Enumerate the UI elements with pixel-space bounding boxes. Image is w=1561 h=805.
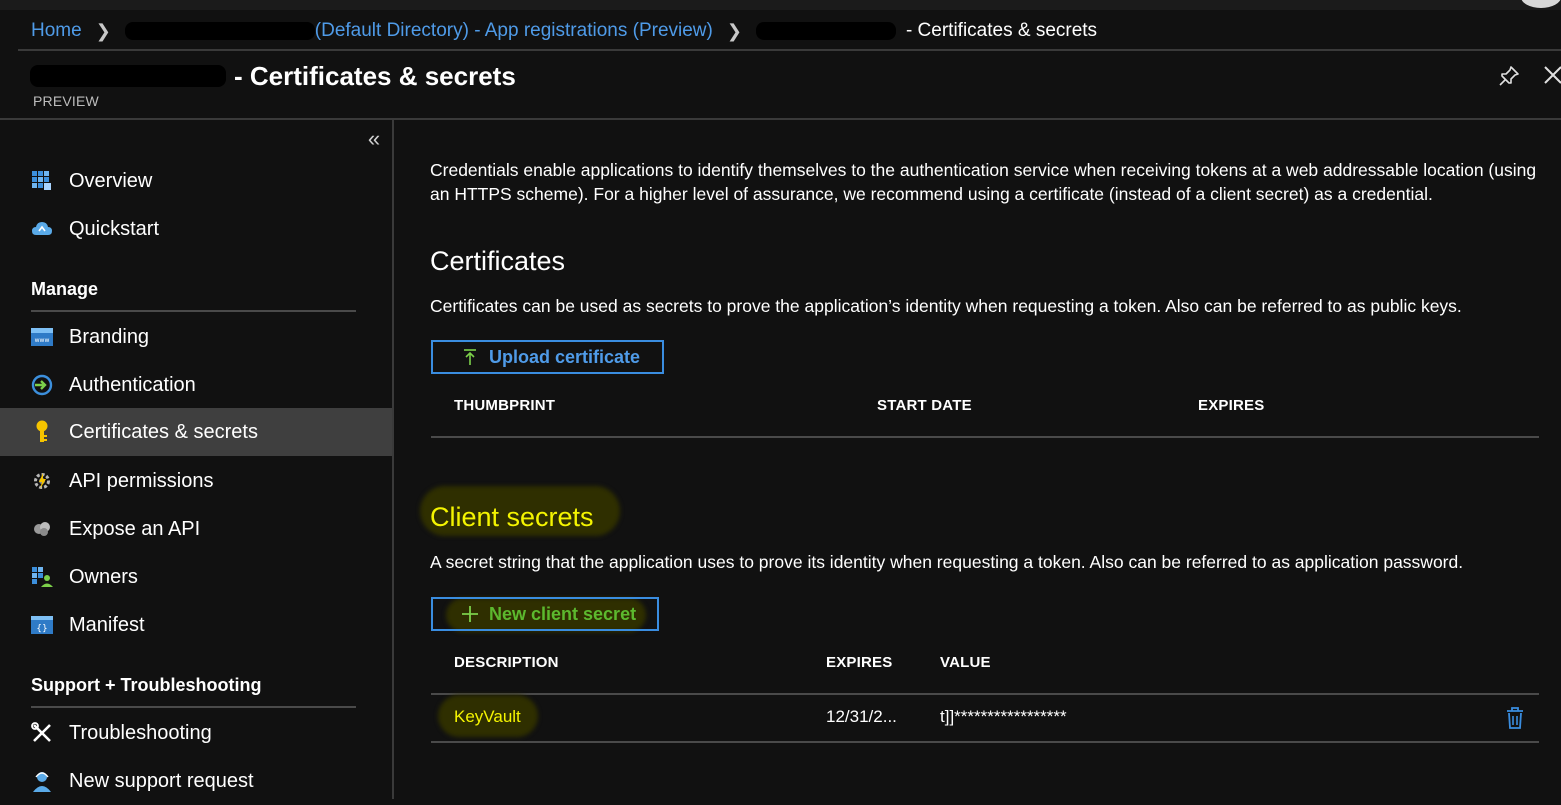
sidebar-item-manifest[interactable]: {} Manifest: [0, 601, 392, 649]
divider: [18, 49, 1561, 51]
table-divider: [431, 693, 1539, 695]
support-person-icon: [31, 770, 53, 792]
divider: [31, 310, 356, 312]
sidebar-item-branding[interactable]: www Branding: [0, 313, 392, 361]
column-header-thumbprint[interactable]: THUMBPRINT: [454, 397, 555, 414]
sidebar-item-label: New support request: [69, 769, 254, 792]
sidebar-section-support: Support + Troubleshooting: [31, 675, 262, 695]
cloud-quickstart-icon: [31, 218, 53, 240]
breadcrumb-current: - Certificates & secrets: [905, 20, 1098, 41]
sidebar-item-label: Expose an API: [69, 517, 201, 540]
table-divider: [431, 436, 1539, 438]
key-icon: [31, 420, 53, 443]
sidebar-item-label: API permissions: [69, 469, 214, 492]
api-permissions-gear-icon: [31, 470, 53, 492]
credentials-intro-text: Credentials enable applications to ident…: [430, 160, 1537, 204]
sidebar-item-troubleshooting[interactable]: Troubleshooting: [0, 709, 392, 757]
new-client-secret-label: New client secret: [489, 603, 637, 624]
secret-value-cell: t]]*****************: [940, 707, 1067, 726]
page-title: - Certificates & secrets: [30, 58, 516, 94]
redacted-text: [30, 65, 226, 87]
collapse-sidebar-icon[interactable]: «: [362, 126, 386, 152]
trash-icon[interactable]: [1505, 707, 1525, 729]
upload-icon: [464, 349, 476, 365]
breadcrumb-app-registrations-link[interactable]: (Default Directory) - App registrations …: [315, 20, 713, 42]
svg-text:{}: {}: [36, 624, 47, 634]
sidebar-item-label: Troubleshooting: [69, 721, 212, 744]
wrench-icon: [31, 722, 53, 744]
preview-label: PREVIEW: [33, 93, 99, 109]
upload-certificate-button[interactable]: Upload certificate: [431, 340, 664, 374]
breadcrumb: Home ❯ (Default Directory) - App registr…: [31, 18, 1097, 44]
sidebar-item-api-permissions[interactable]: API permissions: [0, 457, 392, 505]
column-header-value[interactable]: VALUE: [940, 654, 991, 671]
breadcrumb-home-link[interactable]: Home: [31, 20, 82, 42]
account-avatar[interactable]: [1521, 0, 1561, 8]
column-header-expires[interactable]: EXPIRES: [1198, 397, 1264, 414]
sidebar-item-expose-an-api[interactable]: Expose an API: [0, 505, 392, 553]
page-title-text: - Certificates & secrets: [234, 60, 516, 91]
main-content: Credentials enable applications to ident…: [394, 120, 1561, 799]
sidebar-item-overview[interactable]: Overview: [0, 157, 392, 205]
plus-icon: [462, 606, 478, 622]
column-header-description[interactable]: DESCRIPTION: [454, 654, 559, 671]
table-divider: [431, 741, 1539, 743]
certificates-heading: Certificates: [430, 246, 566, 276]
secret-expires-cell: 12/31/2...: [826, 707, 897, 726]
divider: [31, 706, 356, 708]
sidebar-item-authentication[interactable]: Authentication: [0, 361, 392, 409]
owners-icon: [31, 566, 53, 588]
chevron-right-icon: ❯: [95, 20, 111, 41]
sidebar-item-label: Authentication: [69, 373, 196, 396]
pin-icon[interactable]: [1497, 64, 1521, 88]
sidebar-item-new-support-request[interactable]: New support request: [0, 757, 392, 805]
sidebar-item-label: Overview: [69, 169, 153, 192]
column-header-expires[interactable]: EXPIRES: [826, 654, 892, 671]
sidebar-item-label: Certificates & secrets: [69, 420, 258, 443]
sidebar-item-certificates-secrets[interactable]: Certificates & secrets: [0, 408, 392, 456]
overview-grid-icon: [31, 170, 53, 192]
upload-certificate-label: Upload certificate: [489, 346, 641, 367]
client-secrets-description: A secret string that the application use…: [430, 552, 1464, 572]
column-header-start-date[interactable]: START DATE: [877, 397, 972, 414]
secret-description-cell: KeyVault: [454, 707, 521, 726]
redacted-text: [124, 22, 315, 40]
chevron-right-icon: ❯: [726, 20, 742, 41]
sidebar-item-label: Manifest: [69, 613, 145, 636]
authentication-arrow-icon: [31, 374, 53, 396]
certificates-description: Certificates can be used as secrets to p…: [430, 296, 1462, 316]
close-icon[interactable]: [1542, 64, 1561, 86]
sidebar-item-label: Branding: [69, 325, 150, 348]
expose-api-cloud-icon: [31, 518, 53, 540]
svg-text:www: www: [35, 337, 50, 344]
manifest-braces-icon: {}: [31, 614, 53, 636]
sidebar-section-manage: Manage: [31, 279, 99, 299]
sidebar-item-label: Owners: [69, 565, 138, 588]
new-client-secret-button[interactable]: New client secret: [431, 597, 659, 631]
sidebar-item-label: Quickstart: [69, 217, 160, 240]
sidebar-item-quickstart[interactable]: Quickstart: [0, 205, 392, 253]
redacted-text: [755, 22, 896, 40]
client-secrets-heading: Client secrets: [430, 502, 594, 532]
sidebar-item-owners[interactable]: Owners: [0, 553, 392, 601]
branding-www-icon: www: [31, 326, 53, 348]
top-strip: [0, 0, 1561, 10]
